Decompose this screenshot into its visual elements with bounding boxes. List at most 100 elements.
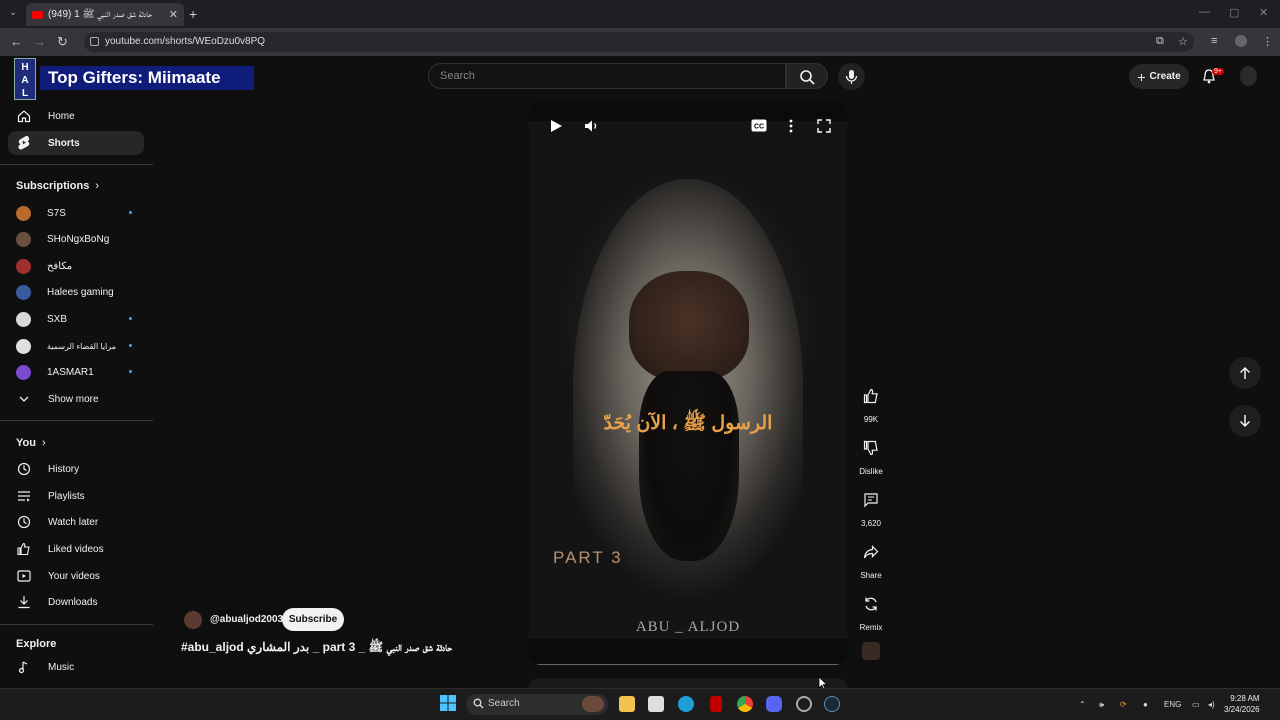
sidebar-label: Watch later: [48, 516, 99, 528]
app-icon[interactable]: [796, 696, 812, 712]
sidebar-label: Shorts: [48, 137, 80, 149]
microphone-icon: [845, 70, 858, 84]
search-input[interactable]: Search: [428, 63, 786, 89]
discord-icon[interactable]: [766, 696, 782, 712]
create-button[interactable]: + Create: [1129, 64, 1189, 89]
close-tab-icon[interactable]: ✕: [169, 8, 178, 21]
channel-thumbnail[interactable]: [862, 642, 880, 660]
sidebar-item-history[interactable]: History: [8, 457, 144, 481]
netflix-icon[interactable]: [710, 696, 722, 712]
speaker-icon[interactable]: 🕪: [1099, 700, 1104, 710]
remix-label: Remix: [859, 623, 883, 632]
download-icon: [16, 594, 32, 610]
minimize-icon[interactable]: —: [1199, 6, 1210, 18]
sidebar-subscription[interactable]: مكافح: [8, 254, 144, 278]
shorts-video-player[interactable]: الرسول ﷺ ، الآن يُحَدّ PART 3 ABU _ ALJO…: [529, 101, 847, 665]
windows-start-icon[interactable]: [440, 695, 456, 711]
volume-icon[interactable]: [584, 119, 600, 133]
sidebar-item-watch-later[interactable]: Watch later: [8, 510, 144, 534]
music-note-icon: [16, 659, 32, 675]
microsoft-store-icon[interactable]: [648, 696, 664, 712]
play-icon[interactable]: [549, 119, 563, 133]
search-button[interactable]: [786, 63, 828, 89]
sidebar-subscription[interactable]: 1ASMAR1: [8, 360, 144, 384]
show-more-label: Show more: [48, 393, 99, 405]
sidebar-item-liked-videos[interactable]: Liked videos: [8, 537, 144, 561]
sidebar-subscription[interactable]: مرايا القضاء الرسمية: [8, 334, 144, 358]
comments-button[interactable]: 3,620: [855, 484, 887, 528]
sidebar-subscription[interactable]: SHoNgxBoNg: [8, 227, 144, 251]
like-button[interactable]: 99K: [855, 380, 887, 424]
more-options-icon[interactable]: [788, 119, 794, 133]
reading-list-icon[interactable]: ≡: [1211, 35, 1223, 47]
browser-tab[interactable]: (949) حادثة شق صدر النبي ﷺ 1 ✕: [26, 3, 184, 26]
comment-icon: [855, 484, 887, 516]
clock-icon: [16, 514, 32, 530]
video-watermark: ABU _ ALJOD: [635, 619, 741, 635]
input-language[interactable]: ENG: [1164, 700, 1181, 709]
sidebar-item-shorts[interactable]: Shorts: [8, 131, 144, 155]
tab-search-dropdown-icon[interactable]: ⌄: [6, 7, 20, 21]
thumbs-up-icon: [855, 380, 887, 412]
voice-search-button[interactable]: [838, 63, 865, 90]
sidebar-label: Your videos: [48, 570, 100, 582]
channel-handle[interactable]: @abualjod2003: [210, 614, 283, 625]
forward-icon[interactable]: →: [33, 34, 46, 49]
create-label: Create: [1149, 71, 1181, 82]
back-icon[interactable]: ←: [10, 34, 23, 49]
microphone-tray-icon[interactable]: ●: [1143, 700, 1148, 709]
fullscreen-icon[interactable]: [817, 119, 831, 133]
steam-icon[interactable]: [824, 696, 840, 712]
sync-icon[interactable]: ⟳: [1120, 700, 1127, 709]
sidebar-subscription[interactable]: S7S: [8, 201, 144, 225]
sidebar-item-downloads[interactable]: Downloads: [8, 590, 144, 614]
video-part-label: PART 3: [553, 548, 623, 567]
reload-icon[interactable]: ↻: [57, 34, 68, 50]
new-content-dot: [129, 317, 132, 320]
subscribe-button[interactable]: Subscribe: [282, 608, 344, 631]
sidebar-item-playlists[interactable]: Playlists: [8, 484, 144, 508]
tray-overflow-icon[interactable]: ⌃: [1079, 700, 1086, 709]
profile-icon[interactable]: [1235, 35, 1247, 47]
video-progress-bar[interactable]: [534, 664, 842, 665]
file-explorer-icon[interactable]: [619, 696, 635, 712]
shorts-icon: [16, 135, 32, 151]
previous-short-button[interactable]: [1229, 357, 1261, 389]
share-button[interactable]: Share: [855, 536, 887, 580]
sidebar-item-music[interactable]: Music: [8, 655, 144, 679]
network-icon[interactable]: ▭: [1192, 700, 1200, 709]
windows-taskbar: [0, 688, 1280, 720]
url-field[interactable]: youtube.com/shorts/WEoDzu0v8PQ: [84, 32, 1194, 52]
new-tab-icon[interactable]: +: [189, 6, 197, 22]
account-avatar[interactable]: [1240, 66, 1257, 86]
thumbs-down-icon: [855, 432, 887, 464]
sidebar-item-your-videos[interactable]: Your videos: [8, 564, 144, 588]
share-icon: [855, 536, 887, 568]
browser-menu-icon[interactable]: ⋮: [1262, 35, 1274, 48]
channel-avatar: [16, 311, 31, 327]
install-app-icon[interactable]: ⧉: [1156, 35, 1168, 47]
sidebar-subscription[interactable]: Halees gaming: [8, 280, 144, 304]
site-info-icon[interactable]: [90, 37, 99, 46]
next-short-preview[interactable]: [529, 678, 847, 688]
edge-browser-icon[interactable]: [678, 696, 694, 712]
subscriptions-header[interactable]: Subscriptions ›: [16, 180, 99, 192]
dislike-button[interactable]: Dislike: [855, 432, 887, 476]
remix-button[interactable]: Remix: [855, 588, 887, 632]
channel-avatar[interactable]: [184, 611, 202, 629]
subscription-label: Halees gaming: [47, 286, 114, 298]
bookmark-star-icon[interactable]: ☆: [1178, 35, 1190, 48]
captions-icon[interactable]: CC: [751, 119, 767, 132]
maximize-icon[interactable]: ▢: [1229, 6, 1239, 19]
chrome-icon[interactable]: [737, 696, 753, 712]
sidebar-subscription[interactable]: SXB: [8, 307, 144, 331]
next-short-button[interactable]: [1229, 405, 1261, 437]
sidebar-item-home[interactable]: Home: [8, 104, 144, 128]
arrow-down-icon: [1239, 415, 1251, 428]
volume-tray-icon[interactable]: ◂): [1208, 700, 1215, 709]
taskbar-clock[interactable]: 9:28 AM 3/24/2026: [1224, 693, 1260, 715]
you-header[interactable]: You ›: [16, 437, 46, 449]
close-window-icon[interactable]: ✕: [1259, 6, 1268, 19]
show-more-button[interactable]: Show more: [8, 387, 144, 411]
overlay-logo: HAL: [14, 58, 36, 100]
